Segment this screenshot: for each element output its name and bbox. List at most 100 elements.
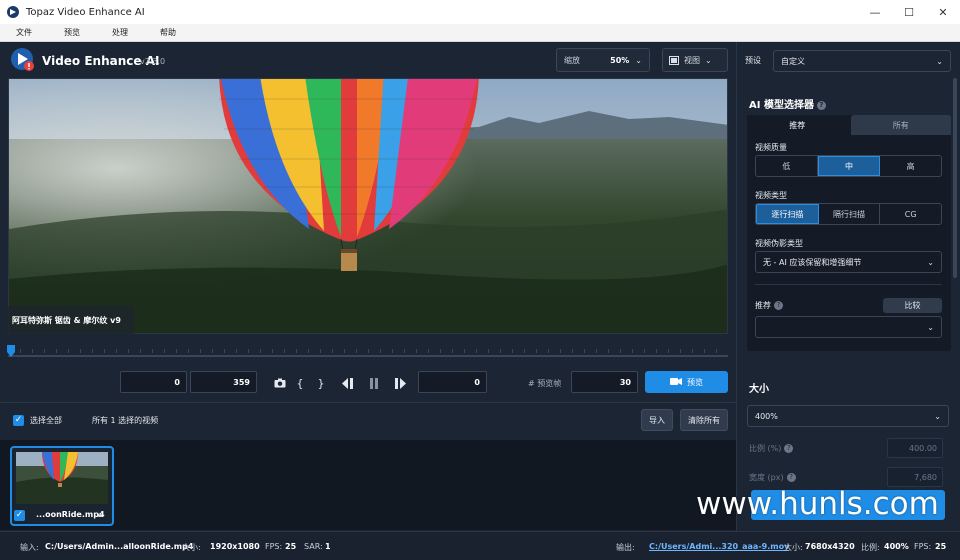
help-icon[interactable]: ? bbox=[774, 301, 783, 310]
current-frame-input[interactable]: 0 bbox=[418, 371, 487, 393]
output-fps-label: FPS: bbox=[914, 542, 932, 551]
type-cg[interactable]: CG bbox=[880, 204, 941, 224]
chevron-down-icon: ⌄ bbox=[927, 322, 934, 332]
preview-icon bbox=[670, 377, 682, 385]
video-select-checkbox[interactable]: ✓ bbox=[14, 510, 25, 521]
scale-input[interactable]: 400.00 bbox=[887, 438, 943, 458]
step-forward-icon[interactable] bbox=[394, 376, 408, 390]
input-path: C:/Users/Admin...alloonRide.mp4 bbox=[45, 542, 194, 551]
close-button[interactable]: ✕ bbox=[926, 0, 960, 24]
artifact-type-dropdown[interactable]: 无 - AI 应该保留和增强细节 ⌄ bbox=[755, 251, 942, 273]
selection-row: ✓ 选择全部 所有 1 选择的视频 导入 清除所有 bbox=[0, 404, 736, 438]
split-view-icon bbox=[669, 55, 679, 65]
input-label: 输入: bbox=[20, 543, 39, 552]
output-size: 7680x4320 bbox=[805, 542, 855, 551]
start-frame-input[interactable]: 0 bbox=[120, 371, 187, 393]
timeline-slider[interactable] bbox=[6, 345, 728, 361]
preview-button[interactable]: 预览 bbox=[645, 371, 728, 393]
help-icon[interactable]: ? bbox=[786, 473, 796, 482]
width-label-row: 宽度 (px)? bbox=[749, 472, 796, 483]
artifact-type-value: 无 - AI 应该保留和增强细节 bbox=[763, 257, 862, 267]
divider bbox=[0, 402, 736, 403]
mark-out-icon[interactable]: } bbox=[314, 376, 328, 390]
type-interlaced[interactable]: 隔行扫描 bbox=[819, 204, 881, 224]
end-frame-input[interactable]: 359 bbox=[190, 371, 257, 393]
preview-button-label: 预览 bbox=[687, 377, 703, 387]
minimize-button[interactable]: — bbox=[858, 0, 892, 24]
timeline-ticks bbox=[8, 349, 728, 353]
app-logo-icon bbox=[11, 48, 34, 71]
app-icon bbox=[7, 6, 19, 18]
output-path-link[interactable]: C:/Users/Admi...320_aaa-9.mov bbox=[649, 542, 789, 551]
tab-all[interactable]: 所有 bbox=[850, 115, 951, 135]
compare-button[interactable]: 比较 bbox=[883, 298, 942, 313]
ratio-label: 比例: bbox=[861, 543, 880, 552]
recommended-model-dropdown[interactable]: ⌄ bbox=[755, 316, 942, 338]
video-list: ✓ ...oonRide.mp4 🔒︎ bbox=[0, 440, 736, 530]
chevron-down-icon: ⌄ bbox=[936, 56, 943, 66]
zoom-dropdown[interactable]: 缩放 50% ⌄ bbox=[556, 48, 650, 72]
menu-file[interactable]: 文件 bbox=[0, 27, 48, 38]
sar-label: SAR: bbox=[304, 542, 323, 551]
scale-label-row: 比例 (%)? bbox=[749, 443, 794, 454]
select-all-checkbox[interactable]: ✓ bbox=[13, 415, 24, 426]
selected-count: 所有 1 选择的视频 bbox=[92, 416, 159, 425]
quality-medium[interactable]: 中 bbox=[817, 156, 881, 176]
artifact-type-label: 视频伪影类型 bbox=[755, 239, 803, 248]
preset-value: 自定义 bbox=[781, 56, 805, 66]
width-row: 宽度 (px)? 7,680 bbox=[749, 467, 943, 487]
preview-frames-input[interactable]: 30 bbox=[571, 371, 638, 393]
lock-icon[interactable]: 🔒︎ bbox=[98, 510, 102, 520]
preset-label: 预设 bbox=[745, 56, 761, 65]
panel-scrollbar[interactable] bbox=[953, 78, 957, 278]
clear-all-button[interactable]: 清除所有 bbox=[680, 409, 728, 431]
input-size: 1920x1080 bbox=[210, 542, 260, 551]
video-preview[interactable] bbox=[8, 78, 728, 334]
playhead-handle-icon[interactable] bbox=[6, 345, 16, 357]
recommend-label: 推荐 bbox=[755, 301, 771, 310]
width-input[interactable]: 7,680 bbox=[887, 467, 943, 487]
status-bar: 输入: C:/Users/Admin...alloonRide.mp4 大小: … bbox=[0, 531, 960, 560]
ai-model-box: 推荐 所有 视频质量 低 中 高 视频类型 逐行扫描 隔行扫描 CG 视频伪影类… bbox=[747, 115, 951, 351]
menu-process[interactable]: 处理 bbox=[96, 27, 144, 38]
maximize-button[interactable]: ☐ bbox=[892, 0, 926, 24]
tab-recommended[interactable]: 推荐 bbox=[747, 115, 848, 135]
help-icon[interactable]: ? bbox=[816, 100, 826, 110]
input-sar: 1 bbox=[325, 542, 331, 551]
view-label: 视图 bbox=[684, 55, 700, 65]
quality-low[interactable]: 低 bbox=[756, 156, 818, 176]
quality-label: 视频质量 bbox=[755, 143, 787, 152]
view-dropdown[interactable]: 视图 ⌄ bbox=[662, 48, 728, 72]
thumbnail-image bbox=[16, 452, 108, 504]
ai-model-title: AI 模型选择器 bbox=[749, 100, 814, 111]
width-label: 宽度 (px) bbox=[749, 473, 784, 482]
output-size-label: 大小: bbox=[784, 543, 803, 552]
video-type-label: 视频类型 bbox=[755, 191, 787, 200]
type-progressive[interactable]: 逐行扫描 bbox=[756, 204, 819, 224]
input-fps: 25 bbox=[285, 542, 297, 551]
timeline-track bbox=[8, 355, 728, 357]
step-back-icon[interactable] bbox=[340, 376, 354, 390]
menu-preview[interactable]: 预览 bbox=[48, 27, 96, 38]
output-ratio: 400% bbox=[884, 542, 909, 551]
preset-dropdown[interactable]: 自定义 ⌄ bbox=[773, 50, 951, 72]
output-label: 输出: bbox=[616, 543, 635, 552]
help-icon[interactable]: ? bbox=[784, 444, 794, 453]
camera-icon[interactable] bbox=[273, 376, 287, 390]
fps-label: FPS: bbox=[265, 542, 283, 551]
mark-in-icon[interactable]: { bbox=[293, 376, 307, 390]
divider bbox=[755, 284, 942, 285]
video-thumbnail[interactable]: ✓ ...oonRide.mp4 🔒︎ bbox=[10, 446, 114, 526]
quality-high[interactable]: 高 bbox=[880, 156, 941, 176]
import-button[interactable]: 导入 bbox=[641, 409, 673, 431]
chevron-down-icon: ⌄ bbox=[934, 411, 941, 421]
pause-icon[interactable] bbox=[367, 376, 381, 390]
window-title: Topaz Video Enhance AI bbox=[26, 6, 145, 18]
window-controls: — ☐ ✕ bbox=[858, 0, 960, 24]
size-title: 大小 bbox=[749, 384, 769, 395]
size-dropdown[interactable]: 400% ⌄ bbox=[747, 405, 949, 427]
video-filename: ...oonRide.mp4 bbox=[36, 510, 105, 519]
menu-help[interactable]: 帮助 bbox=[144, 27, 192, 38]
chevron-down-icon: ⌄ bbox=[635, 55, 642, 65]
app-header: Video Enhance AI v2.3.0 缩放 50% ⌄ 视图 ⌄ bbox=[0, 42, 736, 78]
